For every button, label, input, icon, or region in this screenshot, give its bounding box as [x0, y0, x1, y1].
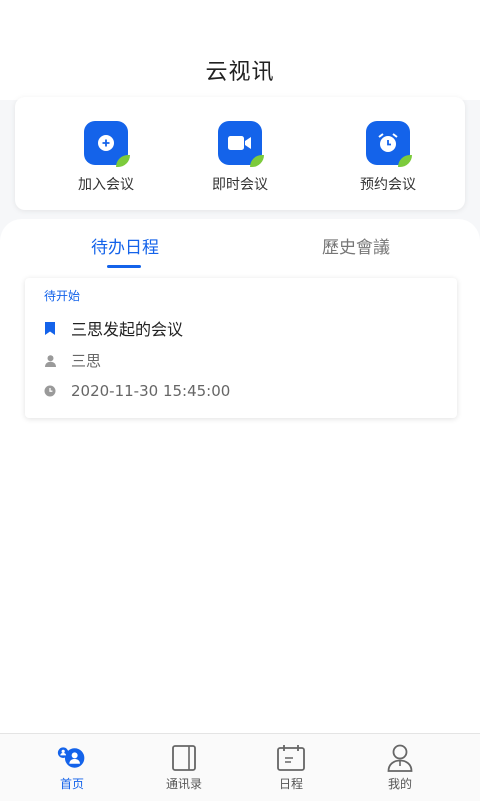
- alarm-clock-icon: [366, 121, 412, 167]
- status-badge: 待开始: [44, 289, 81, 303]
- instant-meeting-button[interactable]: 即时会议: [185, 121, 295, 194]
- profile-icon: [385, 744, 415, 772]
- tabbar-item-home[interactable]: 首页: [32, 744, 112, 792]
- person-icon: [44, 354, 56, 368]
- quick-actions-card: 加入会议 即时会议 预约会议: [15, 97, 465, 210]
- tabbar-item-profile[interactable]: 我的: [360, 744, 440, 792]
- bottom-tab-bar: 首页 通讯录 日程 我的: [0, 733, 480, 801]
- app-header: 云视讯: [0, 0, 480, 100]
- schedule-meeting-label: 预约会议: [360, 177, 416, 193]
- schedule-panel: 待办日程 歷史會議 待开始 三思发起的会议 三思 2020-11-30 15:4…: [0, 219, 480, 733]
- join-meeting-button[interactable]: 加入会议: [51, 121, 161, 194]
- tabbar-item-schedule[interactable]: 日程: [251, 744, 331, 792]
- active-tab-indicator: [107, 265, 141, 268]
- join-meeting-label: 加入会议: [78, 177, 134, 193]
- tabbar-label-contacts: 通讯录: [165, 777, 202, 791]
- host-row: 三思: [44, 350, 101, 371]
- calendar-icon: [276, 744, 306, 772]
- meeting-title-row: 三思发起的会议: [44, 316, 183, 340]
- contacts-book-icon: [169, 744, 199, 772]
- schedule-item-card[interactable]: 待开始 三思发起的会议 三思 2020-11-30 15:45:00: [25, 278, 457, 418]
- schedule-meeting-button[interactable]: 预约会议: [333, 121, 443, 194]
- tab-meeting-history[interactable]: 歷史會議: [296, 233, 416, 258]
- instant-meeting-label: 即时会议: [212, 177, 268, 193]
- home-people-icon: [57, 744, 87, 772]
- datetime-row: 2020-11-30 15:45:00: [44, 382, 230, 400]
- join-meeting-icon: [84, 121, 130, 167]
- meeting-datetime: 2020-11-30 15:45:00: [71, 382, 231, 400]
- tabbar-label-home: 首页: [59, 777, 84, 791]
- tabbar-label-profile: 我的: [387, 777, 412, 791]
- meeting-host: 三思: [71, 352, 102, 370]
- clock-icon: [44, 384, 56, 398]
- video-camera-icon: [218, 121, 264, 167]
- tabbar-item-contacts[interactable]: 通讯录: [144, 744, 224, 792]
- page-title: 云视讯: [205, 60, 275, 85]
- tabbar-label-schedule: 日程: [278, 777, 303, 791]
- tab-todo-schedule[interactable]: 待办日程: [65, 233, 185, 258]
- meeting-title: 三思发起的会议: [71, 320, 184, 339]
- bookmark-icon: [44, 321, 56, 335]
